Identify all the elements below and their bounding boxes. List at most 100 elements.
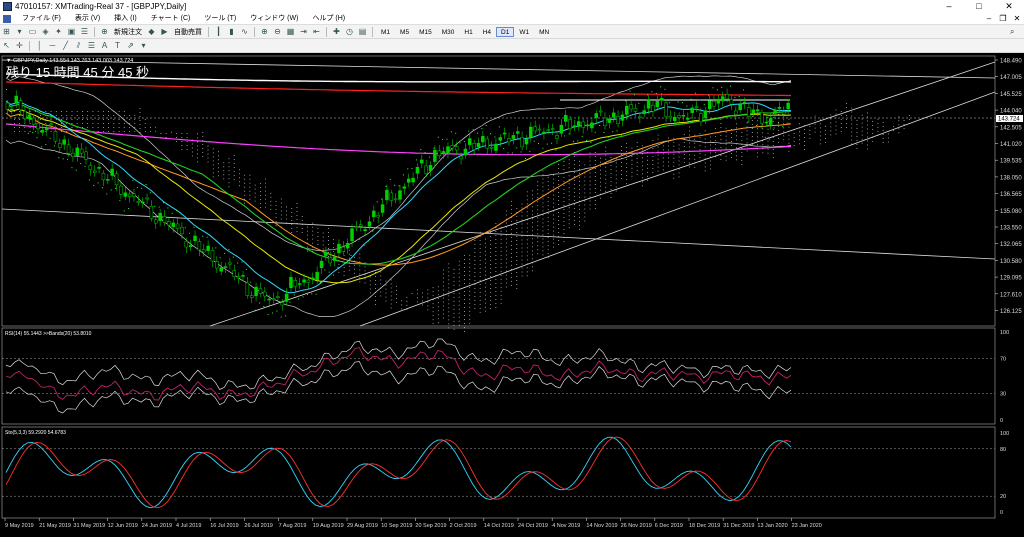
cloud-dot — [427, 293, 429, 295]
menu-window[interactable]: ウィンドウ (W) — [243, 13, 305, 25]
cloud-dot — [516, 288, 518, 289]
stoch-tick-label: 20 — [1000, 494, 1006, 500]
cloud-dot — [662, 165, 664, 167]
cloud-dot — [553, 214, 554, 216]
market-watch-icon[interactable]: ▭ — [27, 26, 38, 37]
minimize-button[interactable]: – — [934, 0, 964, 13]
candle-body — [5, 102, 10, 110]
cloud-dot — [24, 131, 26, 132]
timeframe-mn[interactable]: MN — [534, 27, 554, 37]
timeframe-w1[interactable]: W1 — [514, 27, 534, 37]
sar-dot — [210, 236, 212, 238]
cloud-dot — [422, 304, 423, 306]
vertical-line-icon[interactable]: │ — [34, 40, 45, 51]
bar-chart-icon[interactable]: ┃ — [213, 26, 224, 37]
cloud-dot — [490, 292, 492, 294]
cloud-dot — [799, 139, 800, 141]
text-label-icon[interactable]: T — [112, 40, 123, 51]
cloud-dot — [521, 231, 523, 233]
crosshair-icon[interactable]: ✛ — [14, 40, 25, 51]
zoom-in-icon[interactable]: ⊕ — [259, 26, 270, 37]
cloud-dot — [558, 244, 560, 245]
horizontal-line-icon[interactable]: ─ — [47, 40, 58, 51]
cloud-dot — [469, 266, 471, 268]
timeframe-m5[interactable]: M5 — [395, 27, 414, 37]
data-window-icon[interactable]: ◈ — [40, 26, 51, 37]
timeframe-m15[interactable]: M15 — [414, 27, 437, 37]
chart-close-button[interactable]: ✕ — [1010, 14, 1024, 23]
chart-restore-button[interactable]: ❐ — [996, 14, 1010, 23]
auto-scroll-icon[interactable]: ⇥ — [298, 26, 309, 37]
cloud-dot — [767, 128, 769, 130]
cloud-dot — [369, 288, 371, 290]
cloud-dot — [563, 177, 565, 178]
cloud-dot — [553, 246, 554, 248]
tile-windows-icon[interactable]: ▦ — [285, 26, 296, 37]
timeframe-d1[interactable]: D1 — [496, 26, 515, 37]
text-icon[interactable]: A — [99, 40, 110, 51]
auto-trading-button[interactable]: 自動売買 — [171, 27, 205, 37]
cloud-dot — [443, 297, 444, 299]
timeframe-h1[interactable]: H1 — [459, 27, 477, 37]
line-chart-icon[interactable]: ∿ — [239, 26, 250, 37]
templates-icon[interactable]: ▤ — [357, 26, 368, 37]
cloud-dot — [443, 285, 444, 287]
channel-icon[interactable]: ⫽ — [73, 40, 84, 51]
candle-body — [598, 110, 603, 113]
indicators-icon[interactable]: ✚ — [331, 26, 342, 37]
chart-shift-icon[interactable]: ⇤ — [311, 26, 322, 37]
strategy-tester-icon[interactable]: ☰ — [79, 26, 90, 37]
terminal-icon[interactable]: ▣ — [66, 26, 77, 37]
menu-tools[interactable]: ツール (T) — [197, 13, 243, 25]
chart-minimize-button[interactable]: – — [982, 14, 996, 23]
menu-chart[interactable]: チャート (C) — [144, 13, 198, 25]
new-chart-icon[interactable]: ⊞ — [1, 26, 12, 37]
close-button[interactable]: ✕ — [994, 0, 1024, 13]
candlestick-icon[interactable]: ▮ — [226, 26, 237, 37]
menu-view[interactable]: 表示 (V) — [68, 13, 107, 25]
sar-dot — [263, 305, 265, 307]
cloud-dot — [437, 286, 439, 288]
profiles-icon[interactable]: ▾ — [14, 26, 25, 37]
zoom-out-icon[interactable]: ⊖ — [272, 26, 283, 37]
cloud-dot — [139, 116, 141, 117]
cloud-dot — [778, 141, 779, 143]
menu-insert[interactable]: 挿入 (I) — [107, 13, 144, 25]
cloud-dot — [741, 136, 743, 137]
sar-dot — [590, 141, 592, 143]
cloud-dot — [636, 142, 638, 143]
search-icon[interactable]: ⌕ — [1010, 27, 1021, 37]
candle-body — [62, 139, 66, 145]
chart-svg[interactable]: 148.490147.005145.525144.040142.505141.0… — [0, 54, 1024, 532]
maximize-button[interactable]: □ — [964, 0, 994, 13]
chart-area[interactable]: 148.490 147.005 145.525 144.040 142.505 141.0… — [0, 54, 1024, 532]
cloud-dot — [804, 145, 806, 146]
fibonacci-icon[interactable]: ☰ — [86, 40, 97, 51]
cloud-dot — [673, 173, 675, 175]
cloud-dot — [626, 183, 628, 185]
periods-icon[interactable]: ◷ — [344, 26, 355, 37]
cloud-dot — [259, 195, 261, 197]
menu-file[interactable]: ファイル (F) — [15, 13, 68, 25]
cursor-icon[interactable]: ↖ — [1, 40, 12, 51]
cloud-dot — [563, 229, 565, 230]
price-tick-label: 142.505 — [1000, 125, 1022, 131]
timeframe-h4[interactable]: H4 — [478, 27, 496, 37]
sar-dot — [651, 91, 653, 93]
cloud-dot — [427, 309, 429, 311]
new-order-button[interactable]: 新規注文 — [111, 27, 145, 37]
shapes-icon[interactable]: ▾ — [138, 40, 149, 51]
cloud-dot — [668, 141, 669, 143]
new-order-icon[interactable]: ⊕ — [99, 26, 110, 37]
trendline-icon[interactable]: ╱ — [60, 40, 71, 51]
timeframe-m30[interactable]: M30 — [437, 27, 460, 37]
arrow-icon[interactable]: ⇗ — [125, 40, 136, 51]
cloud-dot — [600, 173, 601, 175]
cloud-dot — [516, 208, 518, 209]
timeframe-m1[interactable]: M1 — [376, 27, 395, 37]
auto-trading-icon[interactable]: ▶ — [159, 26, 170, 37]
metaeditor-icon[interactable]: ◆ — [146, 26, 157, 37]
cloud-dot — [516, 232, 518, 233]
menu-help[interactable]: ヘルプ (H) — [305, 13, 352, 25]
navigator-icon[interactable]: ✦ — [53, 26, 64, 37]
